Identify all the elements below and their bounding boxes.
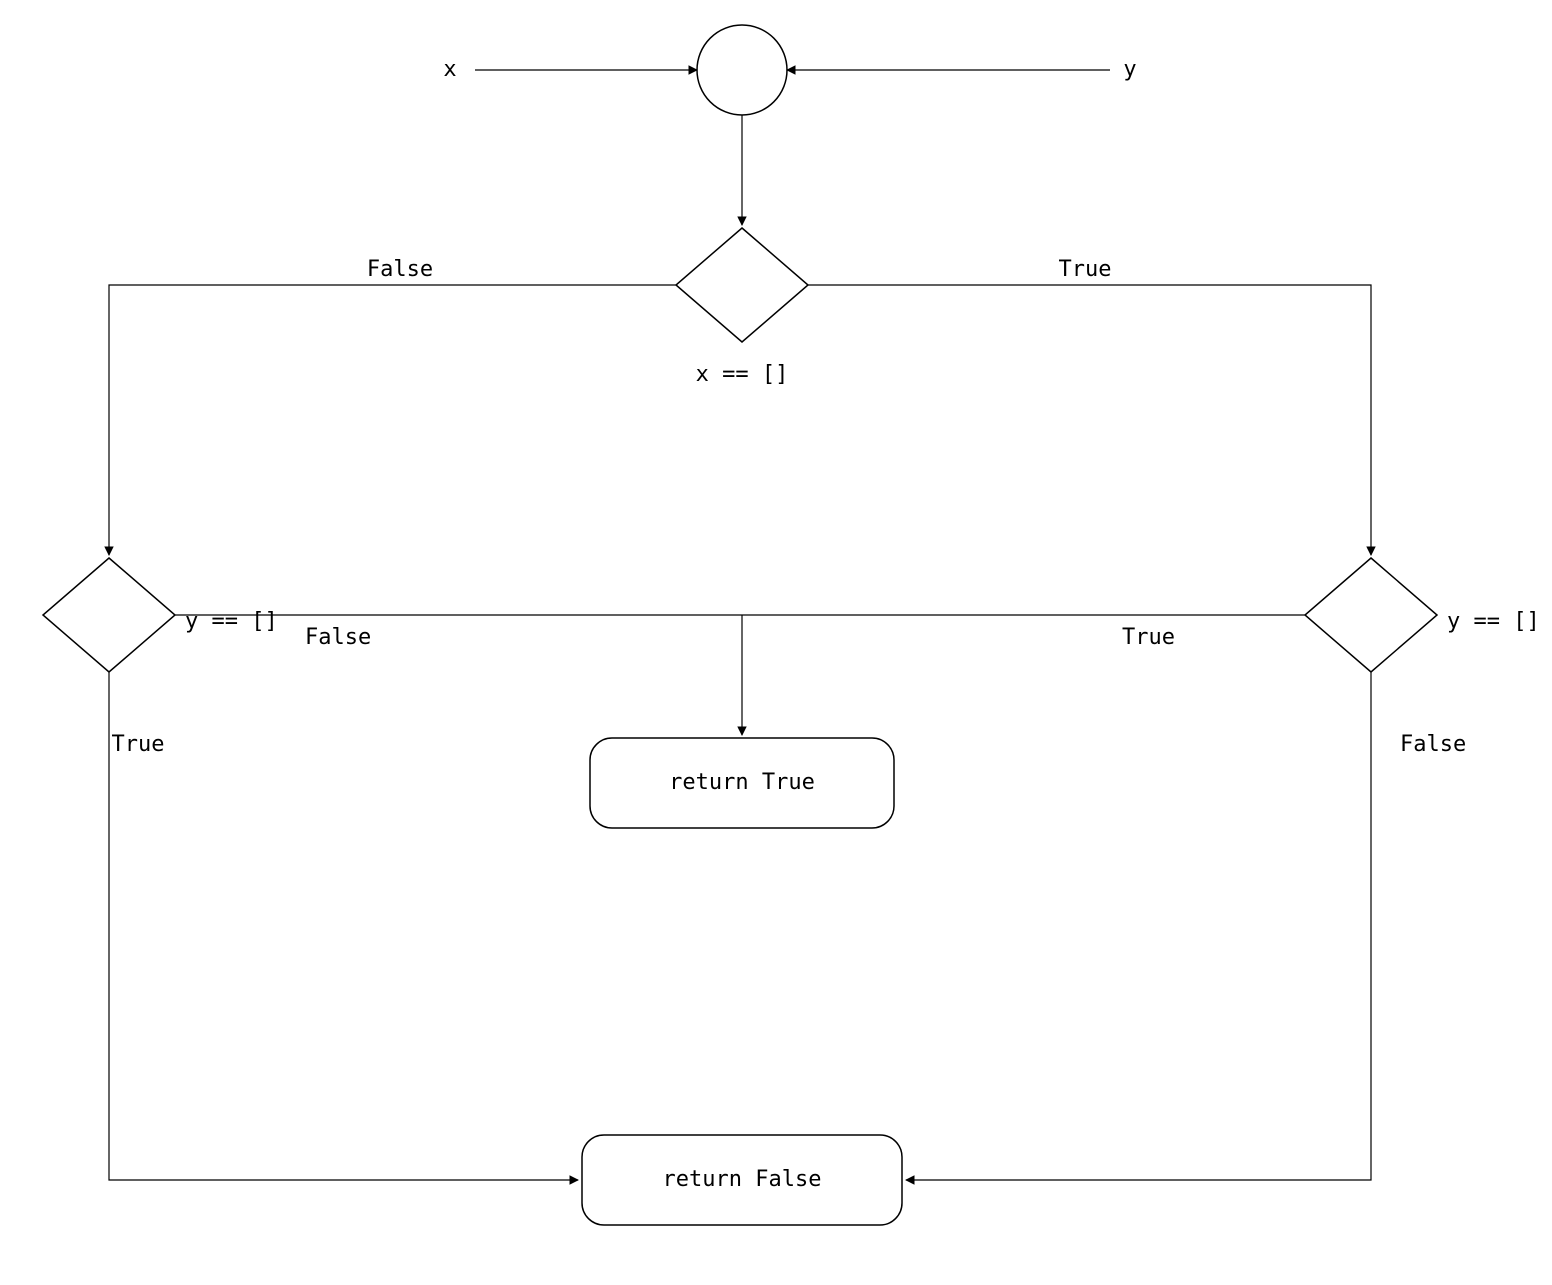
decision-left xyxy=(43,558,175,672)
edge-right-false xyxy=(906,672,1371,1180)
edge-top-true-label: True xyxy=(1059,257,1112,282)
flowchart-svg: x y x == [] False True y == [] y == [] F… xyxy=(0,0,1552,1285)
input-x-label: x xyxy=(443,57,456,82)
decision-right xyxy=(1305,558,1437,672)
edge-top-false-label: False xyxy=(367,257,433,282)
edge-top-true xyxy=(808,285,1371,555)
terminal-false-label: return False xyxy=(663,1167,822,1192)
merge-node xyxy=(697,25,787,115)
edge-left-true-label: True xyxy=(112,732,165,757)
edge-left-true xyxy=(109,672,578,1180)
terminal-true-label: return True xyxy=(669,770,815,795)
edge-top-false xyxy=(109,285,676,555)
decision-top-label: x == [] xyxy=(696,362,789,387)
edge-right-true-label: True xyxy=(1122,625,1175,650)
edge-left-false-label: False xyxy=(305,625,371,650)
decision-right-label: y == [] xyxy=(1447,609,1540,634)
input-y-label: y xyxy=(1123,57,1136,82)
edge-right-false-label: False xyxy=(1400,732,1466,757)
decision-left-label: y == [] xyxy=(185,609,278,634)
decision-top xyxy=(676,228,808,342)
